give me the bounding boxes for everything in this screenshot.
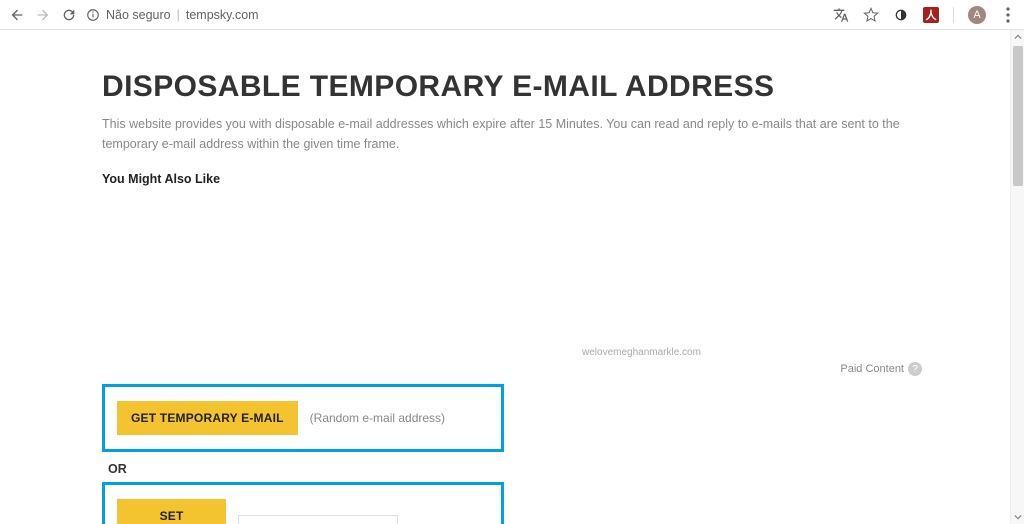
address-bar[interactable]: Não seguro | tempsky.com <box>86 3 825 27</box>
arrow-right-icon <box>35 7 51 23</box>
toolbar-divider <box>953 7 954 23</box>
acrobat-extension-button[interactable]: 人 <box>923 7 939 23</box>
you-might-also-like-heading: You Might Also Like <box>102 172 922 186</box>
chrome-menu-button[interactable] <box>1000 7 1016 23</box>
url-text: tempsky.com <box>186 8 259 22</box>
browser-toolbar: Não seguro | tempsky.com 人 A <box>0 0 1024 30</box>
info-icon <box>86 8 100 22</box>
set-email-row: SET TEMPORARY E-MAIL @discos4.com <box>102 482 504 524</box>
profile-avatar-letter: A <box>973 9 980 21</box>
page-description: This website provides you with disposabl… <box>102 114 922 154</box>
star-icon <box>863 7 879 23</box>
get-email-row: GET TEMPORARY E-MAIL (Random e-mail addr… <box>102 384 504 452</box>
acrobat-icon: 人 <box>926 7 937 23</box>
reload-icon <box>61 7 77 23</box>
translate-button[interactable] <box>833 7 849 23</box>
bookmark-button[interactable] <box>863 7 879 23</box>
chevron-up-icon <box>1014 33 1022 41</box>
chevron-down-icon <box>1014 513 1022 521</box>
extension-button[interactable] <box>893 7 909 23</box>
paid-content-row: Paid Content ? <box>102 362 922 384</box>
page-viewport: DISPOSABLE TEMPORARY E-MAIL ADDRESS This… <box>0 30 1024 524</box>
back-button[interactable] <box>8 6 26 24</box>
page-title: DISPOSABLE TEMPORARY E-MAIL ADDRESS <box>102 70 922 104</box>
separator: | <box>177 8 180 22</box>
ad-source-link[interactable]: welovemeghanmarkle.com <box>582 347 701 358</box>
paid-content-label[interactable]: Paid Content ? <box>840 362 922 376</box>
toolbar-right-icons: 人 A <box>833 6 1016 24</box>
page-content: DISPOSABLE TEMPORARY E-MAIL ADDRESS This… <box>102 30 922 524</box>
ad-region: welovemeghanmarkle.com <box>102 192 922 362</box>
or-label: OR <box>108 462 922 476</box>
site-info[interactable]: Não seguro | tempsky.com <box>86 8 259 22</box>
get-temporary-email-button[interactable]: GET TEMPORARY E-MAIL <box>117 401 298 435</box>
vertical-scrollbar[interactable] <box>1010 30 1024 524</box>
translate-icon <box>833 7 849 23</box>
dots-vertical-icon <box>1006 7 1010 23</box>
custom-email-input[interactable] <box>238 515 398 524</box>
circle-icon <box>893 7 909 23</box>
scroll-up-button[interactable] <box>1011 30 1024 44</box>
reload-button[interactable] <box>60 6 78 24</box>
set-temporary-email-button[interactable]: SET TEMPORARY E-MAIL <box>117 499 226 524</box>
arrow-left-icon <box>9 7 25 23</box>
not-secure-label: Não seguro <box>106 8 171 22</box>
profile-button[interactable]: A <box>968 6 986 24</box>
paid-content-text: Paid Content <box>840 363 904 375</box>
forward-button[interactable] <box>34 6 52 24</box>
scrollbar-thumb[interactable] <box>1013 46 1023 186</box>
get-email-hint: (Random e-mail address) <box>310 411 445 425</box>
scroll-down-button[interactable] <box>1011 510 1024 524</box>
question-mark-icon: ? <box>908 362 922 376</box>
